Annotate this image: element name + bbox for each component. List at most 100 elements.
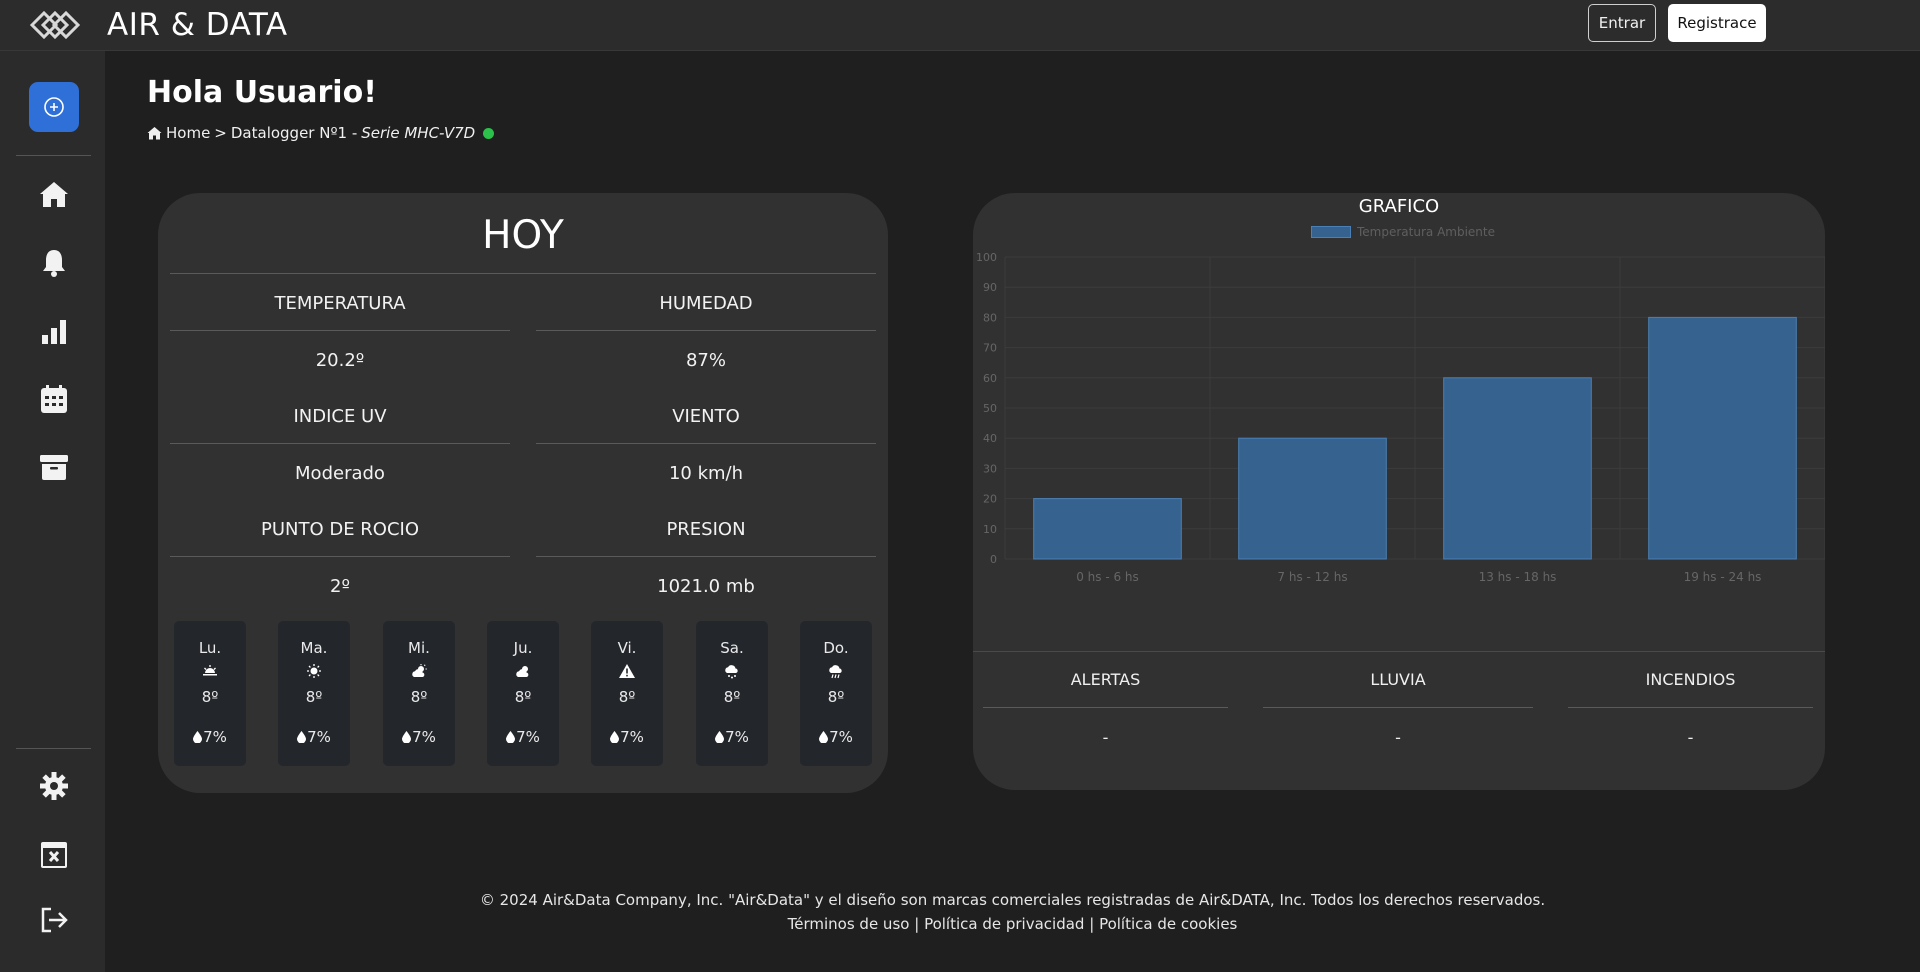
metric-label-presion: PRESION	[666, 519, 746, 540]
forecast-rain: 7%	[203, 728, 227, 746]
brand-name: AIR & DATA	[107, 7, 288, 43]
add-button[interactable]	[29, 82, 79, 132]
forecast-rain: 7%	[829, 728, 853, 746]
bar-chart: 0 10 20 30 40 50 60 70 80 90 100 0 hs - 6 hs 7 hs - …	[976, 251, 1825, 584]
divider	[536, 443, 876, 444]
register-button[interactable]: Registrace	[1668, 4, 1766, 42]
sidebar-divider	[16, 748, 91, 749]
sidebar-item-settings[interactable]	[36, 768, 72, 804]
login-button[interactable]: Entrar	[1588, 4, 1656, 42]
droplet-icon	[610, 731, 620, 743]
y-tick-label: 50	[983, 402, 997, 415]
forecast-day: Ma. 8º 7%	[278, 621, 350, 766]
sidebar-item-calendar-cancel[interactable]	[36, 836, 72, 872]
stat-value-lluvia: -	[1395, 728, 1401, 747]
page-title: Hola Usuario!	[147, 75, 377, 110]
forecast-day: Mi. 8º 7%	[383, 621, 455, 766]
metric-value-indice-uv: Moderado	[295, 463, 385, 484]
sidebar-item-stats[interactable]	[36, 313, 72, 349]
calendar-icon	[41, 385, 67, 413]
divider	[170, 443, 510, 444]
stat-label-alertas: ALERTAS	[1070, 670, 1141, 689]
stats-icon	[42, 320, 66, 344]
footer-separator: |	[914, 915, 920, 933]
x-tick-label: 7 hs - 12 hs	[1277, 570, 1347, 584]
metric-label-viento: VIENTO	[672, 406, 740, 427]
stat-label-lluvia: LLUVIA	[1370, 670, 1426, 689]
top-bar: AIR & DATA Entrar Registrace	[0, 0, 1920, 51]
weekly-forecast: Lu. 8º 7% Ma. 8º 7% Mi. 8º 7% Ju. 8º 7% …	[174, 621, 874, 766]
sun-icon	[307, 664, 321, 678]
footer-links: Términos de uso | Política de privacidad…	[105, 912, 1920, 936]
divider	[973, 651, 1825, 652]
chart-card: GRAFICO Temperatura Ambiente 0 10 20 30 40 50…	[973, 193, 1825, 790]
divider	[170, 556, 510, 557]
today-title: HOY	[482, 213, 564, 258]
terms-link[interactable]: Términos de uso	[788, 915, 910, 933]
cloud-rain-icon	[829, 665, 842, 679]
forecast-day-name: Mi.	[408, 639, 430, 657]
forecast-day-name: Ju.	[513, 639, 533, 657]
calendar-x-icon	[41, 842, 67, 868]
forecast-rain: 7%	[412, 728, 436, 746]
droplet-icon	[506, 731, 516, 743]
forecast-day: Ju. 8º 7%	[487, 621, 559, 766]
cloud-snow-icon	[725, 665, 738, 679]
y-tick-label: 90	[983, 281, 997, 294]
divider	[170, 330, 510, 331]
y-tick-label: 30	[983, 462, 997, 475]
chart-bar	[1443, 377, 1592, 560]
forecast-rain: 7%	[620, 728, 644, 746]
cloud-sun-icon	[516, 666, 529, 677]
forecast-day-name: Lu.	[198, 639, 222, 657]
metric-value-temperatura: 20.2º	[315, 350, 365, 371]
forecast-day: Lu. 8º 7%	[174, 621, 246, 766]
droplet-icon	[402, 731, 412, 743]
sidebar-item-alerts[interactable]	[36, 245, 72, 281]
forecast-day: Do. 8º 7%	[800, 621, 872, 766]
droplet-icon	[715, 731, 725, 743]
breadcrumb-device: Datalogger Nº1 -	[230, 124, 358, 142]
sidebar-item-home[interactable]	[36, 176, 72, 212]
droplet-icon	[193, 731, 203, 743]
forecast-temp: 8º	[201, 688, 219, 706]
cloud-sun-icon	[412, 664, 427, 677]
sidebar-item-calendar[interactable]	[36, 381, 72, 417]
metric-label-humedad: HUMEDAD	[659, 293, 753, 314]
breadcrumb-home-link[interactable]: Home	[166, 124, 210, 142]
privacy-link[interactable]: Política de privacidad	[924, 915, 1084, 933]
divider	[1568, 707, 1813, 708]
sidebar-item-archive[interactable]	[36, 449, 72, 485]
forecast-day-name: Vi.	[617, 639, 637, 657]
sidebar	[0, 51, 105, 972]
y-tick-label: 60	[983, 372, 997, 385]
logo-icon	[29, 10, 81, 40]
home-icon	[147, 127, 162, 140]
metric-value-punto-de-rocio: 2º	[330, 576, 350, 597]
sidebar-divider	[16, 155, 91, 156]
forecast-day: Sa. 8º 7%	[696, 621, 768, 766]
divider	[983, 707, 1228, 708]
footer-separator: |	[1089, 915, 1095, 933]
metric-value-viento: 10 km/h	[668, 463, 744, 484]
sunrise-icon	[203, 665, 217, 676]
forecast-temp: 8º	[410, 688, 428, 706]
divider	[170, 273, 876, 274]
chart-bar	[1238, 437, 1387, 560]
y-tick-label: 100	[976, 251, 997, 264]
breadcrumb-serie: Serie MHC-V7D	[361, 124, 476, 142]
sidebar-item-logout[interactable]	[36, 902, 72, 938]
gear-icon	[40, 772, 68, 800]
forecast-day-name: Ma.	[300, 639, 328, 657]
metric-value-presion: 1021.0 mb	[657, 576, 755, 597]
forecast-rain: 7%	[307, 728, 331, 746]
add-icon	[44, 97, 64, 117]
status-online-indicator	[483, 127, 495, 139]
stat-value-incendios: -	[1687, 728, 1694, 747]
y-tick-label: 80	[983, 311, 997, 324]
footer: © 2024 Air&Data Company, Inc. "Air&Data"…	[105, 888, 1920, 936]
chart-bar	[1648, 316, 1797, 560]
bell-icon	[43, 250, 65, 277]
cookies-link[interactable]: Política de cookies	[1099, 915, 1237, 933]
breadcrumb: Home > Datalogger Nº1 - Serie MHC-V7D	[147, 124, 495, 142]
